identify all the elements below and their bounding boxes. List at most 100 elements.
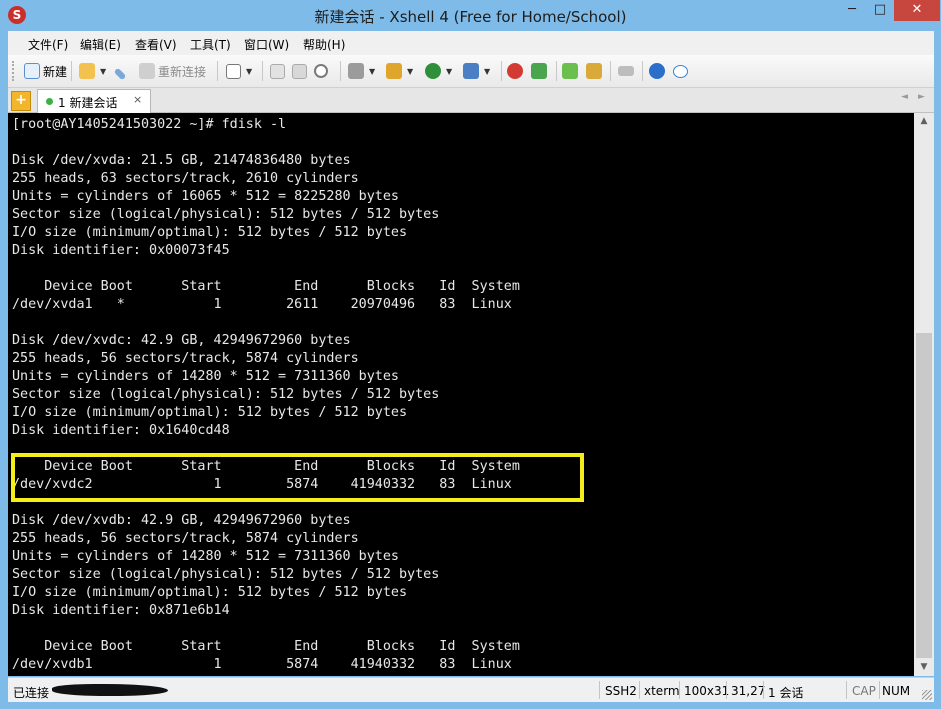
chevron-down-icon: ▼ <box>446 66 453 76</box>
transfer-icon <box>386 63 402 79</box>
resize-grip[interactable] <box>922 690 932 700</box>
layout-button[interactable] <box>562 61 581 81</box>
keyboard-button[interactable] <box>618 61 637 81</box>
reconnect-button-label: 重新连接 <box>158 64 207 79</box>
scroll-thumb[interactable] <box>916 333 932 658</box>
status-cursor: 31,27 <box>731 684 766 698</box>
menu-tools[interactable]: 工具(T) <box>190 36 231 53</box>
new-button-label: 新建 <box>43 64 68 79</box>
tab-close-icon[interactable]: × <box>133 93 142 106</box>
paste-button[interactable] <box>292 61 310 81</box>
redacted-host <box>52 684 168 696</box>
print-button[interactable]: ▼ <box>348 61 375 81</box>
status-separator <box>726 681 727 699</box>
terminal-text: [root@AY1405241503022 ~]# fdisk -l Disk … <box>12 117 520 672</box>
toolbar-separator <box>501 61 502 81</box>
find-button[interactable] <box>314 61 331 81</box>
menu-bar: 文件(F) 编辑(E) 查看(V) 工具(T) 窗口(W) 帮助(H) <box>8 31 934 55</box>
status-caps: CAP <box>852 684 876 698</box>
xshell-icon <box>507 63 523 79</box>
keyboard-icon <box>618 66 634 76</box>
toolbar-separator <box>262 61 263 81</box>
terminal-output[interactable]: [root@AY1405241503022 ~]# fdisk -l Disk … <box>8 113 914 676</box>
status-separator <box>763 681 764 699</box>
tab-label: 1 新建会话 <box>58 96 118 110</box>
add-tab-button[interactable]: + <box>11 91 31 111</box>
status-size: 100x31 <box>684 684 730 698</box>
xftp-button[interactable] <box>531 61 550 81</box>
link-button[interactable] <box>113 61 129 81</box>
lock-icon <box>586 63 602 79</box>
open-folder-icon <box>79 63 95 79</box>
chat-button[interactable] <box>673 61 691 81</box>
tab-bar: + 1 新建会话 × ◄ ► <box>8 88 934 113</box>
help-icon <box>649 63 665 79</box>
xftp-icon <box>531 63 547 79</box>
connected-status-icon <box>46 98 53 105</box>
toolbar: 新建 ▼ 重新连接 ▼ ▼ ▼ ▼ ▼ <box>8 55 934 88</box>
minimize-button[interactable]: ─ <box>838 0 866 21</box>
globe-button[interactable]: ▼ <box>425 61 452 81</box>
print-icon <box>348 63 364 79</box>
chevron-down-icon: ▼ <box>407 66 414 76</box>
toolbar-separator <box>610 61 611 81</box>
tab-scroll-left-icon[interactable]: ◄ <box>901 92 908 102</box>
status-separator <box>599 681 600 699</box>
window-title: 新建会话 - Xshell 4 (Free for Home/School) <box>314 8 627 26</box>
connection-status: 已连接 <box>13 686 50 700</box>
toolbar-grip[interactable] <box>12 61 17 81</box>
new-button[interactable]: 新建 <box>24 61 67 81</box>
status-protocol: SSH2 <box>605 684 637 698</box>
reconnect-button[interactable]: 重新连接 <box>139 61 206 81</box>
highlight-box-xvdc <box>11 453 584 502</box>
find-icon <box>314 64 328 78</box>
status-terminal-type: xterm <box>644 684 680 698</box>
status-sessions: 1 会话 <box>768 686 804 700</box>
toolbar-separator <box>217 61 218 81</box>
properties-icon <box>226 63 241 79</box>
tab-session-1[interactable]: 1 新建会话 × <box>37 89 151 113</box>
font-icon <box>463 63 479 79</box>
vertical-scrollbar[interactable]: ▲ ▼ <box>914 113 934 676</box>
layout-icon <box>562 63 578 79</box>
menu-edit[interactable]: 编辑(E) <box>80 36 121 53</box>
help-button[interactable] <box>649 61 668 81</box>
maximize-button[interactable]: □ <box>866 0 894 21</box>
menu-file[interactable]: 文件(F) <box>28 36 68 53</box>
chevron-down-icon: ▼ <box>246 66 253 76</box>
lock-button[interactable] <box>586 61 605 81</box>
menu-help[interactable]: 帮助(H) <box>303 36 345 53</box>
toolbar-separator <box>556 61 557 81</box>
xshell-window: S 新建会话 - Xshell 4 (Free for Home/School)… <box>0 0 941 709</box>
font-button[interactable]: ▼ <box>463 61 490 81</box>
status-bar: 已连接 SSH2 xterm 100x31 31,27 1 会话 CAP NUM <box>8 677 934 702</box>
chevron-down-icon: ▼ <box>369 66 376 76</box>
title-bar[interactable]: S 新建会话 - Xshell 4 (Free for Home/School)… <box>0 0 941 31</box>
copy-button[interactable] <box>270 61 288 81</box>
xshell-button[interactable] <box>507 61 526 81</box>
menu-view[interactable]: 查看(V) <box>135 36 177 53</box>
properties-button[interactable]: ▼ <box>226 61 252 81</box>
new-session-icon <box>24 63 40 79</box>
copy-icon <box>270 63 285 79</box>
close-button[interactable]: ✕ <box>894 0 940 21</box>
status-separator <box>879 681 880 699</box>
globe-icon <box>425 63 441 79</box>
toolbar-separator <box>71 61 72 81</box>
link-icon <box>113 67 127 80</box>
chevron-down-icon: ▼ <box>100 66 107 76</box>
reconnect-icon <box>139 63 155 79</box>
status-separator <box>639 681 640 699</box>
transfer-button[interactable]: ▼ <box>386 61 413 81</box>
chat-icon <box>673 64 688 78</box>
menu-window[interactable]: 窗口(W) <box>244 36 289 53</box>
scroll-down-arrow[interactable]: ▼ <box>914 659 934 676</box>
status-separator <box>846 681 847 699</box>
status-num: NUM <box>882 684 911 698</box>
scroll-up-arrow[interactable]: ▲ <box>914 113 934 130</box>
toolbar-separator <box>642 61 643 81</box>
paste-icon <box>292 63 307 79</box>
tab-scroll-right-icon[interactable]: ► <box>918 92 925 102</box>
open-button[interactable]: ▼ <box>79 61 106 81</box>
toolbar-separator <box>340 61 341 81</box>
